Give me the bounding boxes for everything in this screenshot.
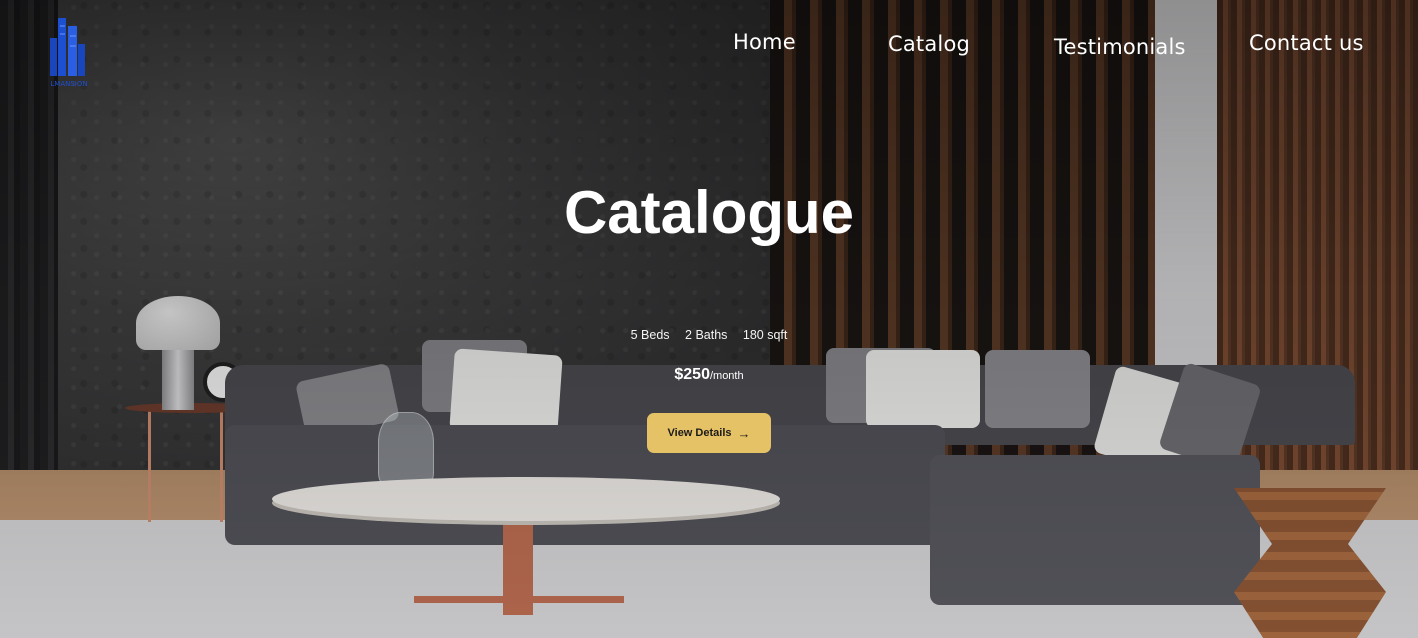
view-details-label: View Details (667, 427, 732, 439)
area-size: 180 sqft (742, 328, 788, 342)
hero-title: Catalogue (563, 179, 855, 246)
baths-count: 2 Baths (685, 328, 728, 342)
property-specs: 5 Beds 2 Baths 180 sqft (0, 328, 1418, 342)
main-nav: Home Catalog Testimonials Contact us (0, 28, 1418, 68)
dark-overlay (0, 0, 1418, 638)
beds-count: 5 Beds (630, 328, 670, 342)
price-tag: $250/month (0, 366, 1418, 384)
price-period: /month (709, 370, 744, 382)
view-details-button[interactable]: View Details → (647, 413, 771, 453)
price-amount: $250 (674, 366, 710, 383)
hero-background-image (0, 0, 1418, 638)
nav-testimonials[interactable]: Testimonials (1054, 35, 1186, 59)
arrow-right-icon: → (737, 425, 751, 441)
logo-text: LMANSION (50, 80, 87, 88)
nav-contact-us[interactable]: Contact us (1249, 31, 1364, 55)
nav-home[interactable]: Home (733, 30, 796, 54)
nav-catalog[interactable]: Catalog (888, 32, 970, 56)
